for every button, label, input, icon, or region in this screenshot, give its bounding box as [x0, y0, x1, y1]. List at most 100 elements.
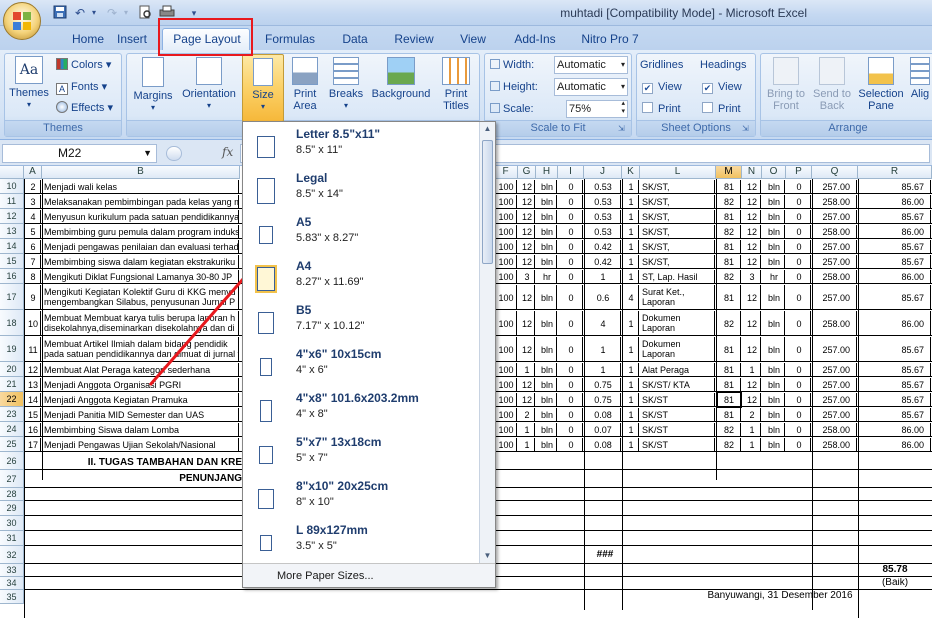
row-header[interactable]: 24 [0, 422, 24, 437]
select-all-corner[interactable] [0, 166, 24, 179]
cell-b[interactable]: Menjadi pengawas penilaian dan evaluasi … [44, 240, 239, 254]
cell-l[interactable]: SK/ST, [642, 210, 715, 224]
cell-p[interactable]: 0 [788, 311, 811, 336]
cell-r[interactable]: 85.67 [860, 363, 931, 377]
row-header[interactable]: 35 [0, 590, 24, 604]
cell-k[interactable]: 1 [624, 255, 639, 269]
cell-f[interactable]: 100 [496, 438, 517, 452]
cell-g[interactable]: 12 [520, 210, 535, 224]
colors-button[interactable]: Colors ▾ [56, 57, 111, 73]
cell-q[interactable]: 257.00 [814, 255, 857, 269]
cell-p[interactable]: 0 [788, 225, 811, 239]
row-header[interactable]: 31 [0, 531, 24, 546]
cell-j[interactable]: 1 [586, 363, 621, 377]
cell-o[interactable]: bln [764, 255, 785, 269]
cell-m[interactable]: 81 [717, 392, 742, 408]
cell-r[interactable]: 86.00 [860, 423, 931, 437]
cell-k[interactable]: 1 [624, 378, 639, 392]
column-header-g[interactable]: G [518, 166, 536, 179]
cell-k[interactable]: 1 [624, 195, 639, 209]
tab-formulas[interactable]: Formulas [258, 30, 322, 48]
cell-i[interactable]: 0 [560, 423, 583, 437]
cell-r[interactable]: 86.00 [860, 438, 931, 452]
cell-p[interactable]: 0 [788, 408, 811, 422]
cell-q[interactable]: 257.00 [814, 378, 857, 392]
cell-m[interactable]: 81 [718, 408, 741, 422]
cell-a[interactable]: 13 [26, 378, 41, 392]
cell-n[interactable]: 12 [744, 255, 761, 269]
column-header-q[interactable]: Q [812, 166, 858, 179]
cell-q[interactable]: 257.00 [814, 180, 857, 194]
cell-b[interactable]: Membuat Membuat karya tulis berupa lapor… [44, 311, 239, 336]
cell-a[interactable]: 5 [26, 225, 41, 239]
headings-view-checkbox[interactable]: ✔ View [702, 79, 742, 95]
cell-g[interactable]: 3 [520, 270, 535, 284]
cell-o[interactable]: bln [764, 337, 785, 362]
cell-l[interactable]: SK/ST, [642, 195, 715, 209]
cell-o[interactable]: bln [764, 285, 785, 310]
cell-k[interactable]: 1 [624, 337, 639, 362]
scale-spinner[interactable]: 75% ▴ ▾ [566, 100, 628, 118]
cell-g[interactable]: 12 [520, 195, 535, 209]
cell-o[interactable]: bln [764, 363, 785, 377]
headings-print-checkbox[interactable]: Print [702, 101, 741, 117]
column-header-f[interactable]: F [494, 166, 518, 179]
column-header-m[interactable]: M [716, 166, 742, 179]
cell-i[interactable]: 0 [560, 195, 583, 209]
cell-i[interactable]: 0 [560, 378, 583, 392]
row-header[interactable]: 25 [0, 437, 24, 452]
cell-j[interactable]: 0.53 [586, 195, 621, 209]
cell-r[interactable]: 85.67 [860, 180, 931, 194]
column-header-p[interactable]: P [786, 166, 812, 179]
row-header[interactable]: 19 [0, 336, 24, 362]
cell-j[interactable]: 0.42 [586, 255, 621, 269]
cell-f[interactable]: 100 [496, 270, 517, 284]
cell-f[interactable]: 100 [496, 210, 517, 224]
cell-f[interactable]: 100 [496, 408, 517, 422]
cell-q[interactable]: 258.00 [814, 423, 857, 437]
cell-l[interactable]: SK/ST, [642, 255, 715, 269]
cell-j[interactable]: 0.07 [586, 423, 621, 437]
cell-j[interactable]: 0.53 [586, 210, 621, 224]
cell-f[interactable]: 100 [496, 311, 517, 336]
row-header[interactable]: 27 [0, 470, 24, 488]
cell-l[interactable]: Surat Ket., Laporan [642, 285, 715, 310]
cell-q[interactable]: 257.00 [814, 393, 857, 407]
cell-f[interactable]: 100 [496, 337, 517, 362]
cell-q[interactable]: 257.00 [814, 337, 857, 362]
cell-a[interactable]: 17 [26, 438, 41, 452]
cell-g[interactable]: 12 [520, 285, 535, 310]
paper-size-option[interactable]: L 89x127mm 3.5" x 5" [243, 520, 479, 564]
cell-r[interactable]: 85.67 [860, 255, 931, 269]
cell-r[interactable]: 85.67 [860, 393, 931, 407]
cell-l[interactable]: ST, Lap. Hasil [642, 270, 715, 284]
cell-m[interactable]: 81 [718, 337, 741, 362]
size-button[interactable]: Size ▾ [242, 54, 284, 122]
cell-m[interactable]: 81 [718, 378, 741, 392]
cell-j[interactable]: 0.75 [586, 393, 621, 407]
row-header[interactable]: 10 [0, 179, 24, 194]
cell-o[interactable]: hr [764, 270, 785, 284]
cell-q[interactable]: 257.00 [814, 363, 857, 377]
cell-p[interactable]: 0 [788, 378, 811, 392]
cell-i[interactable]: 0 [560, 210, 583, 224]
cell-i[interactable]: 0 [560, 311, 583, 336]
cell-j[interactable]: 0.53 [586, 180, 621, 194]
paper-size-option[interactable]: Letter 8.5"x11" 8.5" x 11" [243, 124, 479, 168]
row-header[interactable]: 15 [0, 254, 24, 269]
cell-f[interactable]: 100 [496, 363, 517, 377]
column-header-j[interactable]: J [584, 166, 622, 179]
cell-k[interactable]: 1 [624, 423, 639, 437]
cell-i[interactable]: 0 [560, 225, 583, 239]
column-header-o[interactable]: O [762, 166, 786, 179]
cell-g[interactable]: 12 [520, 337, 535, 362]
more-paper-sizes-item[interactable]: More Paper Sizes... [243, 563, 495, 587]
cell-k[interactable]: 1 [624, 311, 639, 336]
cell-i[interactable]: 0 [560, 337, 583, 362]
print-titles-button[interactable]: Print Titles [436, 57, 476, 112]
cell-g[interactable]: 12 [520, 311, 535, 336]
column-header-l[interactable]: L [640, 166, 716, 179]
column-header-n[interactable]: N [742, 166, 762, 179]
cell-m[interactable]: 82 [718, 225, 741, 239]
cell-a[interactable]: 16 [26, 423, 41, 437]
